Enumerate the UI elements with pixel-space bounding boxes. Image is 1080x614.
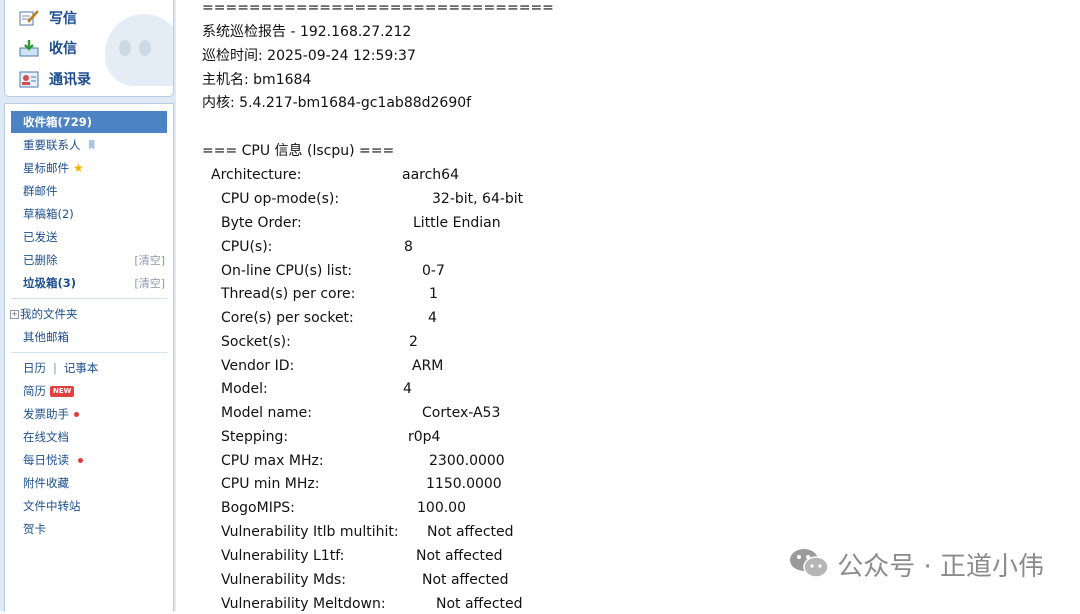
cpu-value: 1 [429, 286, 438, 302]
cpu-value: Cortex-A53 [422, 405, 501, 421]
new-badge: NEW [50, 385, 75, 397]
cpu-value: 4 [428, 310, 437, 326]
cpu-key: Vulnerability Meltdown: [221, 596, 386, 612]
cpu-key: BogoMIPS: [221, 500, 295, 516]
folder-spam[interactable]: 垃圾箱(3) [清空] [11, 272, 167, 294]
cpu-value: 32-bit, 64-bit [432, 191, 524, 207]
resume-link[interactable]: 简历 NEW [11, 380, 167, 402]
cpu-value: 100.00 [417, 500, 466, 516]
cpu-key: Model name: [221, 405, 312, 421]
my-folders-toggle[interactable]: + 我的文件夹 [5, 303, 161, 325]
compose-button[interactable]: 写信 [19, 6, 77, 30]
cpu-value: Little Endian [413, 215, 501, 231]
cpu-key: Vulnerability Mds: [221, 572, 346, 588]
cpu-value: Not affected [422, 572, 509, 588]
cpu-key: Vendor ID: [221, 358, 295, 374]
watermark: 公众号 · 正道小伟 [789, 546, 1044, 583]
cpu-value: 1150.0000 [426, 476, 502, 492]
attachment-favorites-link[interactable]: 附件收藏 [11, 472, 167, 494]
clear-spam-link[interactable]: [清空] [134, 275, 165, 291]
divider [11, 352, 167, 353]
folder-starred[interactable]: 星标邮件 ★ [11, 157, 167, 179]
folder-group-mail[interactable]: 群邮件 [11, 180, 167, 202]
inbox-receive-button[interactable]: 收信 [19, 36, 77, 60]
cpu-value: aarch64 [402, 167, 459, 183]
cpu-key: Byte Order: [221, 215, 302, 231]
calendar-notebook-row: 日历 | 记事本 [11, 357, 167, 379]
kernel-version: 内核: 5.4.217-bm1684-gc1ab88d2690f [202, 95, 472, 111]
cpu-value: 2 [409, 334, 418, 350]
cpu-value: r0p4 [408, 429, 441, 445]
cpu-key: CPU max MHz: [221, 453, 324, 469]
cpu-key: Thread(s) per core: [221, 286, 356, 302]
cpu-value: 2300.0000 [429, 453, 505, 469]
inspection-time: 巡检时间: 2025-09-24 12:59:37 [202, 48, 416, 64]
cpu-key: CPU op-mode(s): [221, 191, 340, 207]
cpu-value: Not affected [416, 548, 503, 564]
bookmark-icon [88, 140, 95, 150]
daily-read-link[interactable]: 每日悦读 [11, 449, 167, 471]
cpu-key: Core(s) per socket: [221, 310, 354, 326]
contacts-icon [19, 70, 39, 88]
cpu-key: Stepping: [221, 429, 289, 445]
inbox-download-icon [19, 39, 39, 57]
cpu-key: Vulnerability L1tf: [221, 548, 345, 564]
cpu-value: 0-7 [422, 263, 445, 279]
notification-dot [78, 457, 83, 463]
cpu-key: CPU(s): [221, 239, 273, 255]
wechat-icon [789, 547, 829, 583]
mail-body: ============================== 系统巡检报告 - … [177, 0, 1080, 612]
contacts-button[interactable]: 通讯录 [19, 67, 91, 91]
cpu-key: Socket(s): [221, 334, 291, 350]
report-title: 系统巡检报告 - 192.168.27.212 [202, 24, 412, 40]
expand-icon: + [10, 309, 19, 319]
cpu-value: Not affected [427, 524, 514, 540]
cpu-key: Vulnerability Itlb multihit: [221, 524, 399, 540]
cpu-value: 4 [403, 381, 412, 397]
folder-drafts[interactable]: 草稿箱(2) [11, 203, 167, 225]
mail-sidebar: 写信 收信 通讯录 收件箱(729) 重要联系人 星标邮件 ★ 群邮件 草稿箱(… [0, 0, 176, 612]
quick-actions-panel: 写信 收信 通讯录 [4, 0, 174, 97]
cpu-section-header: === CPU 信息 (lscpu) === [202, 143, 395, 159]
divider [11, 298, 167, 299]
mascot-decoration [105, 14, 173, 86]
cpu-value: 8 [404, 239, 413, 255]
calendar-link[interactable]: 日历 [11, 360, 46, 376]
file-transfer-link[interactable]: 文件中转站 [11, 495, 167, 517]
other-mailbox-link[interactable]: 其他邮箱 [11, 326, 167, 348]
watermark-text: 公众号 · 正道小伟 [837, 552, 1044, 582]
notification-dot [74, 411, 79, 417]
clear-deleted-link[interactable]: [清空] [134, 252, 165, 268]
cpu-key: CPU min MHz: [221, 476, 320, 492]
greeting-card-link[interactable]: 贺卡 [11, 518, 167, 540]
invoice-assistant-link[interactable]: 发票助手 [11, 403, 167, 425]
hostname: 主机名: bm1684 [202, 72, 312, 88]
online-docs-link[interactable]: 在线文档 [11, 426, 167, 448]
cpu-key: Model: [221, 381, 268, 397]
compose-icon [19, 9, 39, 27]
folder-inbox[interactable]: 收件箱(729) [11, 111, 167, 133]
cpu-value: Not affected [436, 596, 523, 612]
cpu-value: ARM [412, 358, 444, 374]
folder-important-contacts[interactable]: 重要联系人 [11, 134, 167, 156]
separator-line: ============================== [202, 0, 554, 16]
folder-sent[interactable]: 已发送 [11, 226, 167, 248]
folder-deleted[interactable]: 已删除 [清空] [11, 249, 167, 271]
cpu-key: On-line CPU(s) list: [221, 263, 353, 279]
cpu-key: Architecture: [211, 167, 302, 183]
folder-list: 收件箱(729) 重要联系人 星标邮件 ★ 群邮件 草稿箱(2) 已发送 已删除… [4, 103, 174, 612]
notebook-link[interactable]: 记事本 [64, 360, 99, 376]
star-icon: ★ [73, 161, 84, 175]
